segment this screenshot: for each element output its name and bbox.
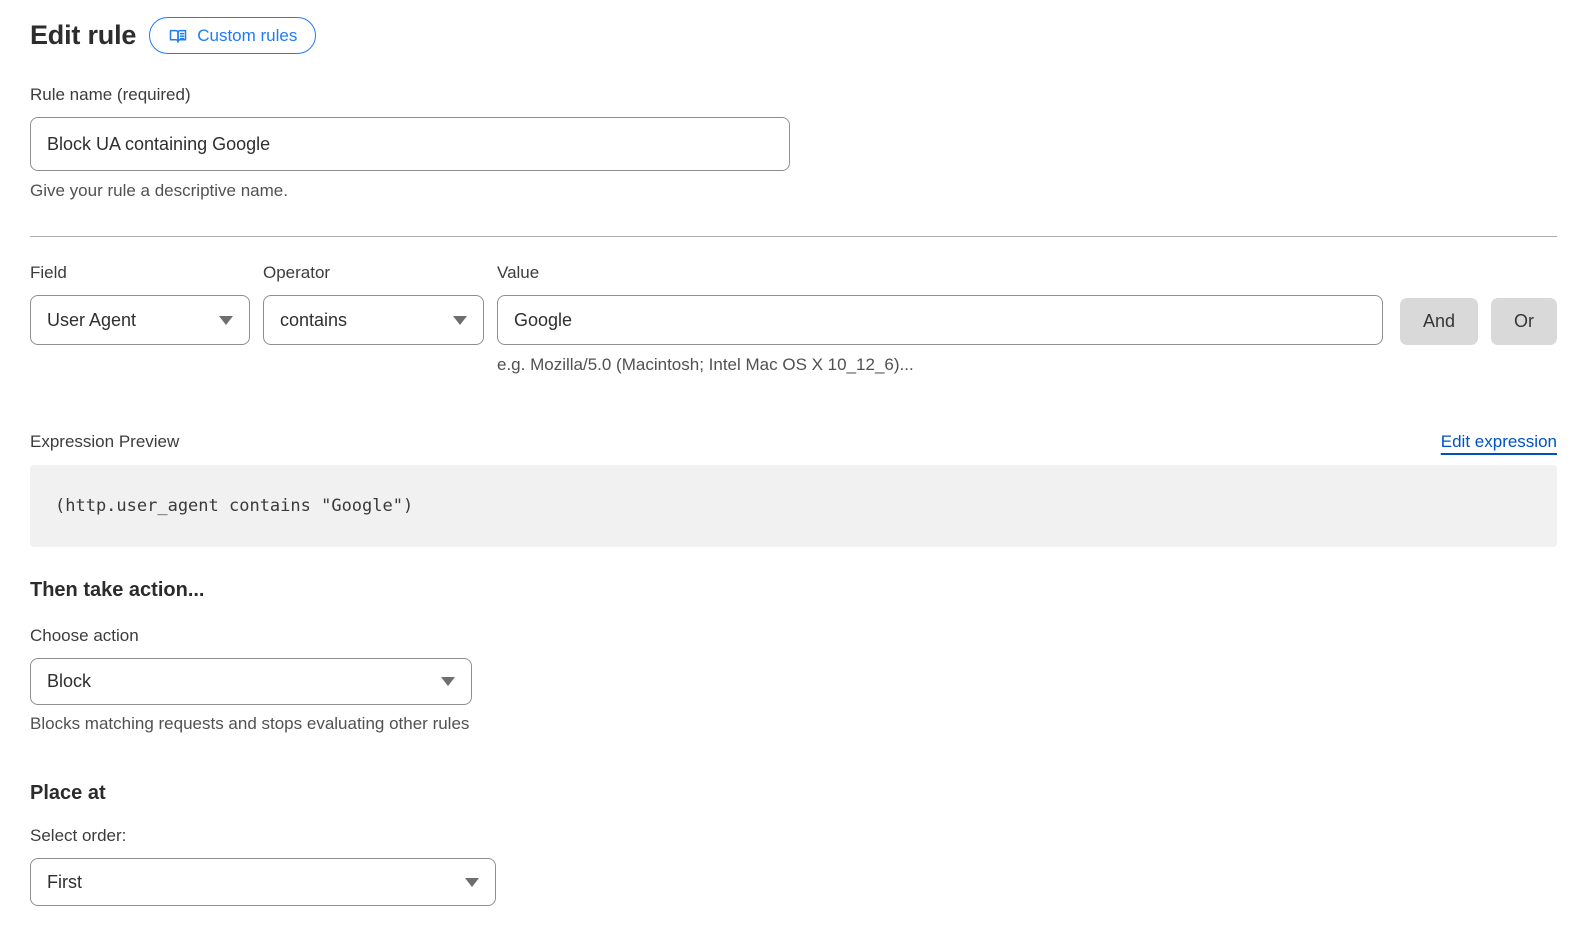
- expression-preview-section: Expression Preview Edit expression (http…: [30, 432, 1557, 547]
- page-header: Edit rule Custom rules: [30, 17, 1557, 54]
- field-select-value: User Agent: [47, 310, 136, 331]
- field-select[interactable]: User Agent: [30, 295, 250, 345]
- select-order-label: Select order:: [30, 826, 1557, 846]
- expression-preview-box: (http.user_agent contains "Google"): [30, 465, 1557, 547]
- field-column: Field User Agent: [30, 263, 250, 345]
- expression-code: (http.user_agent contains "Google"): [55, 496, 413, 516]
- value-help: e.g. Mozilla/5.0 (Macintosh; Intel Mac O…: [497, 355, 1383, 375]
- chevron-down-icon: [465, 878, 479, 887]
- custom-rules-badge-button[interactable]: Custom rules: [149, 17, 316, 54]
- field-label: Field: [30, 263, 250, 283]
- or-button[interactable]: Or: [1491, 298, 1557, 345]
- operator-label: Operator: [263, 263, 484, 283]
- custom-rules-badge-label: Custom rules: [197, 26, 297, 46]
- rule-name-help: Give your rule a descriptive name.: [30, 181, 1557, 201]
- value-column: Value e.g. Mozilla/5.0 (Macintosh; Intel…: [497, 263, 1383, 375]
- expression-preview-header: Expression Preview Edit expression: [30, 432, 1557, 452]
- value-input[interactable]: [497, 295, 1383, 345]
- and-or-buttons: And Or: [1400, 263, 1557, 345]
- action-section-heading: Then take action...: [30, 579, 1557, 602]
- operator-select-value: contains: [280, 310, 347, 331]
- rule-name-label: Rule name (required): [30, 85, 1557, 105]
- expression-preview-label: Expression Preview: [30, 432, 179, 452]
- value-label: Value: [497, 263, 1383, 283]
- operator-column: Operator contains: [263, 263, 484, 345]
- edit-rule-page: Edit rule Custom rules Rule name (requir…: [0, 0, 1587, 906]
- action-select-value: Block: [47, 671, 91, 692]
- place-at-heading: Place at: [30, 782, 1557, 805]
- open-book-icon: [168, 26, 188, 46]
- chevron-down-icon: [441, 677, 455, 686]
- expression-builder-row: Field User Agent Operator contains Value…: [30, 263, 1557, 375]
- edit-expression-link[interactable]: Edit expression: [1441, 432, 1557, 452]
- choose-action-label: Choose action: [30, 626, 1557, 646]
- action-help: Blocks matching requests and stops evalu…: [30, 714, 1557, 734]
- page-title: Edit rule: [30, 20, 136, 51]
- order-select-value: First: [47, 872, 82, 893]
- chevron-down-icon: [453, 316, 467, 325]
- and-button[interactable]: And: [1400, 298, 1478, 345]
- action-select[interactable]: Block: [30, 658, 472, 705]
- chevron-down-icon: [219, 316, 233, 325]
- section-divider: [30, 236, 1557, 237]
- rule-name-input[interactable]: [30, 117, 790, 171]
- order-select[interactable]: First: [30, 858, 496, 906]
- rule-name-section: Rule name (required) Give your rule a de…: [30, 85, 1557, 201]
- operator-select[interactable]: contains: [263, 295, 484, 345]
